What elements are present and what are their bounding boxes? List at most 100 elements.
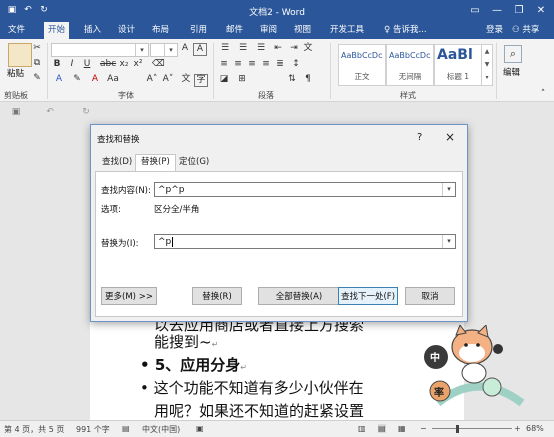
page-count[interactable]: 第 4 页，共 5 页 (4, 424, 64, 435)
format-painter-icon[interactable]: ✎ (32, 73, 42, 84)
copy-icon[interactable]: ⧉ (32, 58, 42, 69)
increase-indent-icon[interactable]: ⇥ (288, 43, 300, 54)
cut-icon[interactable]: ✂ (32, 43, 42, 54)
tab-mailings[interactable]: 邮件 (222, 22, 247, 39)
edit-label[interactable]: 编辑 (503, 66, 520, 78)
save-icon[interactable]: ▣ (10, 107, 22, 118)
find-input[interactable]: ^p^p ▾ (154, 182, 456, 197)
chevron-down-icon[interactable]: ▾ (442, 183, 455, 196)
tab-file[interactable]: 文件 (4, 22, 29, 39)
font-size-box[interactable]: ▾ (150, 43, 178, 57)
find-next-button[interactable]: 查找下一处(F) (338, 287, 398, 305)
tab-goto[interactable]: 定位(G) (174, 155, 214, 170)
style-normal[interactable]: AaBbCcDc 正文 (338, 44, 386, 86)
tab-find[interactable]: 查找(D) (97, 155, 137, 170)
zoom-slider-thumb[interactable] (456, 425, 459, 433)
numbering-icon[interactable]: ☰ (236, 43, 250, 54)
ribbon: 粘贴 ✂ ⧉ ✎ 剪贴板 ▾ ▾ A A B I U abc x₂ x² ⌫ A… (0, 39, 554, 102)
tab-layout[interactable]: 布局 (148, 22, 173, 39)
phonetic-icon[interactable]: 文 (180, 74, 192, 85)
justify-icon[interactable]: ≡ (260, 59, 272, 70)
grow-font-icon[interactable]: A (180, 43, 190, 54)
lightbulb-icon: ♀ (384, 25, 391, 35)
chevron-down-icon[interactable]: ▾ (442, 235, 455, 248)
proofing-icon[interactable]: ▤ (122, 424, 130, 433)
font-color-icon[interactable]: A (88, 74, 102, 85)
undo-icon[interactable]: ↶ (44, 107, 56, 118)
highlight-icon[interactable]: ✎ (70, 74, 84, 85)
person-icon: ⚇ (512, 25, 520, 35)
distribute-icon[interactable]: ≣ (274, 59, 286, 70)
word-count[interactable]: 991 个字 (76, 424, 110, 435)
tab-view[interactable]: 视图 (290, 22, 315, 39)
tab-home[interactable]: 开始 (44, 22, 70, 39)
char-shading-icon[interactable]: Aa (106, 74, 120, 85)
grow-font-size-icon[interactable]: A˄ (146, 74, 158, 85)
restore-button[interactable]: ❐ (508, 3, 530, 19)
style-no-spacing[interactable]: AaBbCcDc 无间隔 (386, 44, 434, 86)
more-button[interactable]: 更多(M) >> (101, 287, 157, 305)
style-heading-1[interactable]: AaBl 标题 1 (434, 44, 482, 86)
replace-button[interactable]: 替换(R) (192, 287, 242, 305)
char-border-icon[interactable]: A (193, 43, 207, 56)
dialog-close-button[interactable]: × (445, 130, 455, 144)
tab-replace[interactable]: 替换(P) (135, 154, 176, 172)
tab-review[interactable]: 审阅 (256, 22, 281, 39)
align-right-icon[interactable]: ≡ (246, 59, 258, 70)
print-layout-icon[interactable]: ▤ (378, 424, 386, 433)
line-spacing-icon[interactable]: ↕ (290, 59, 302, 70)
font-name-box[interactable]: ▾ (51, 43, 149, 57)
separator (47, 43, 48, 99)
redo-icon[interactable]: ↻ (80, 107, 92, 118)
tab-references[interactable]: 引用 (186, 22, 211, 39)
tell-me-search[interactable]: ♀ 告诉我... (380, 22, 431, 39)
tab-insert[interactable]: 插入 (80, 22, 105, 39)
strikethrough-icon[interactable]: abc (100, 59, 116, 70)
language[interactable]: 中文(中国) (142, 424, 180, 435)
close-button[interactable]: ✕ (530, 3, 552, 19)
underline-icon[interactable]: U (82, 59, 92, 70)
styles-scroll[interactable]: ▲ ▼ ▾ (481, 44, 493, 86)
tab-developer[interactable]: 开发工具 (326, 22, 368, 39)
cancel-button[interactable]: 取消 (405, 287, 455, 305)
italic-icon[interactable]: I (67, 59, 77, 70)
show-marks-icon[interactable]: ¶ (302, 74, 314, 85)
enclose-char-icon[interactable]: 字 (194, 74, 208, 87)
styles-group-label: 样式 (400, 91, 416, 100)
find-icon[interactable]: ⌕ (504, 45, 522, 63)
zoom-slider[interactable] (432, 428, 512, 429)
help-button[interactable]: ? (417, 132, 422, 143)
clear-format-icon[interactable]: ⌫ (152, 59, 165, 70)
align-center-icon[interactable]: ≡ (232, 59, 244, 70)
bullets-icon[interactable]: ☰ (218, 43, 232, 54)
replace-input[interactable]: ^p ▾ (154, 234, 456, 249)
align-left-icon[interactable]: ≡ (218, 59, 230, 70)
text-effect-icon[interactable]: A (52, 74, 66, 85)
collapse-ribbon-icon[interactable]: ˄ (538, 89, 548, 100)
sticker-label: 率 (434, 388, 444, 399)
zoom-out-button[interactable]: − (420, 424, 427, 433)
zoom-level[interactable]: 68% (526, 424, 544, 433)
shading-icon[interactable]: ◪ (218, 74, 230, 85)
doc-line: • 这个功能不知道有多少小伙伴在 (140, 379, 364, 397)
minimize-button[interactable]: — (486, 3, 508, 19)
web-layout-icon[interactable]: ▦ (398, 424, 406, 433)
decrease-indent-icon[interactable]: ⇤ (272, 43, 284, 54)
shrink-font-size-icon[interactable]: A˅ (162, 74, 174, 85)
ribbon-display-icon[interactable]: ▭ (464, 3, 486, 19)
superscript-icon[interactable]: x² (133, 59, 143, 70)
chinese-layout-icon[interactable]: 文 (302, 43, 314, 54)
share-button[interactable]: ⚇ 共享 (508, 22, 543, 39)
read-mode-icon[interactable]: ▥ (358, 424, 366, 433)
login-link[interactable]: 登录 (482, 22, 507, 39)
borders-icon[interactable]: ⊞ (236, 74, 248, 85)
multilevel-list-icon[interactable]: ☰ (254, 43, 268, 54)
zoom-in-button[interactable]: + (514, 424, 521, 433)
tab-design[interactable]: 设计 (114, 22, 139, 39)
bold-icon[interactable]: B (52, 59, 62, 70)
replace-all-button[interactable]: 全部替换(A) (258, 287, 340, 305)
sort-icon[interactable]: ⇅ (286, 74, 298, 85)
paste-icon[interactable] (8, 43, 32, 67)
subscript-icon[interactable]: x₂ (119, 59, 129, 70)
macro-icon[interactable]: ▣ (196, 424, 204, 433)
